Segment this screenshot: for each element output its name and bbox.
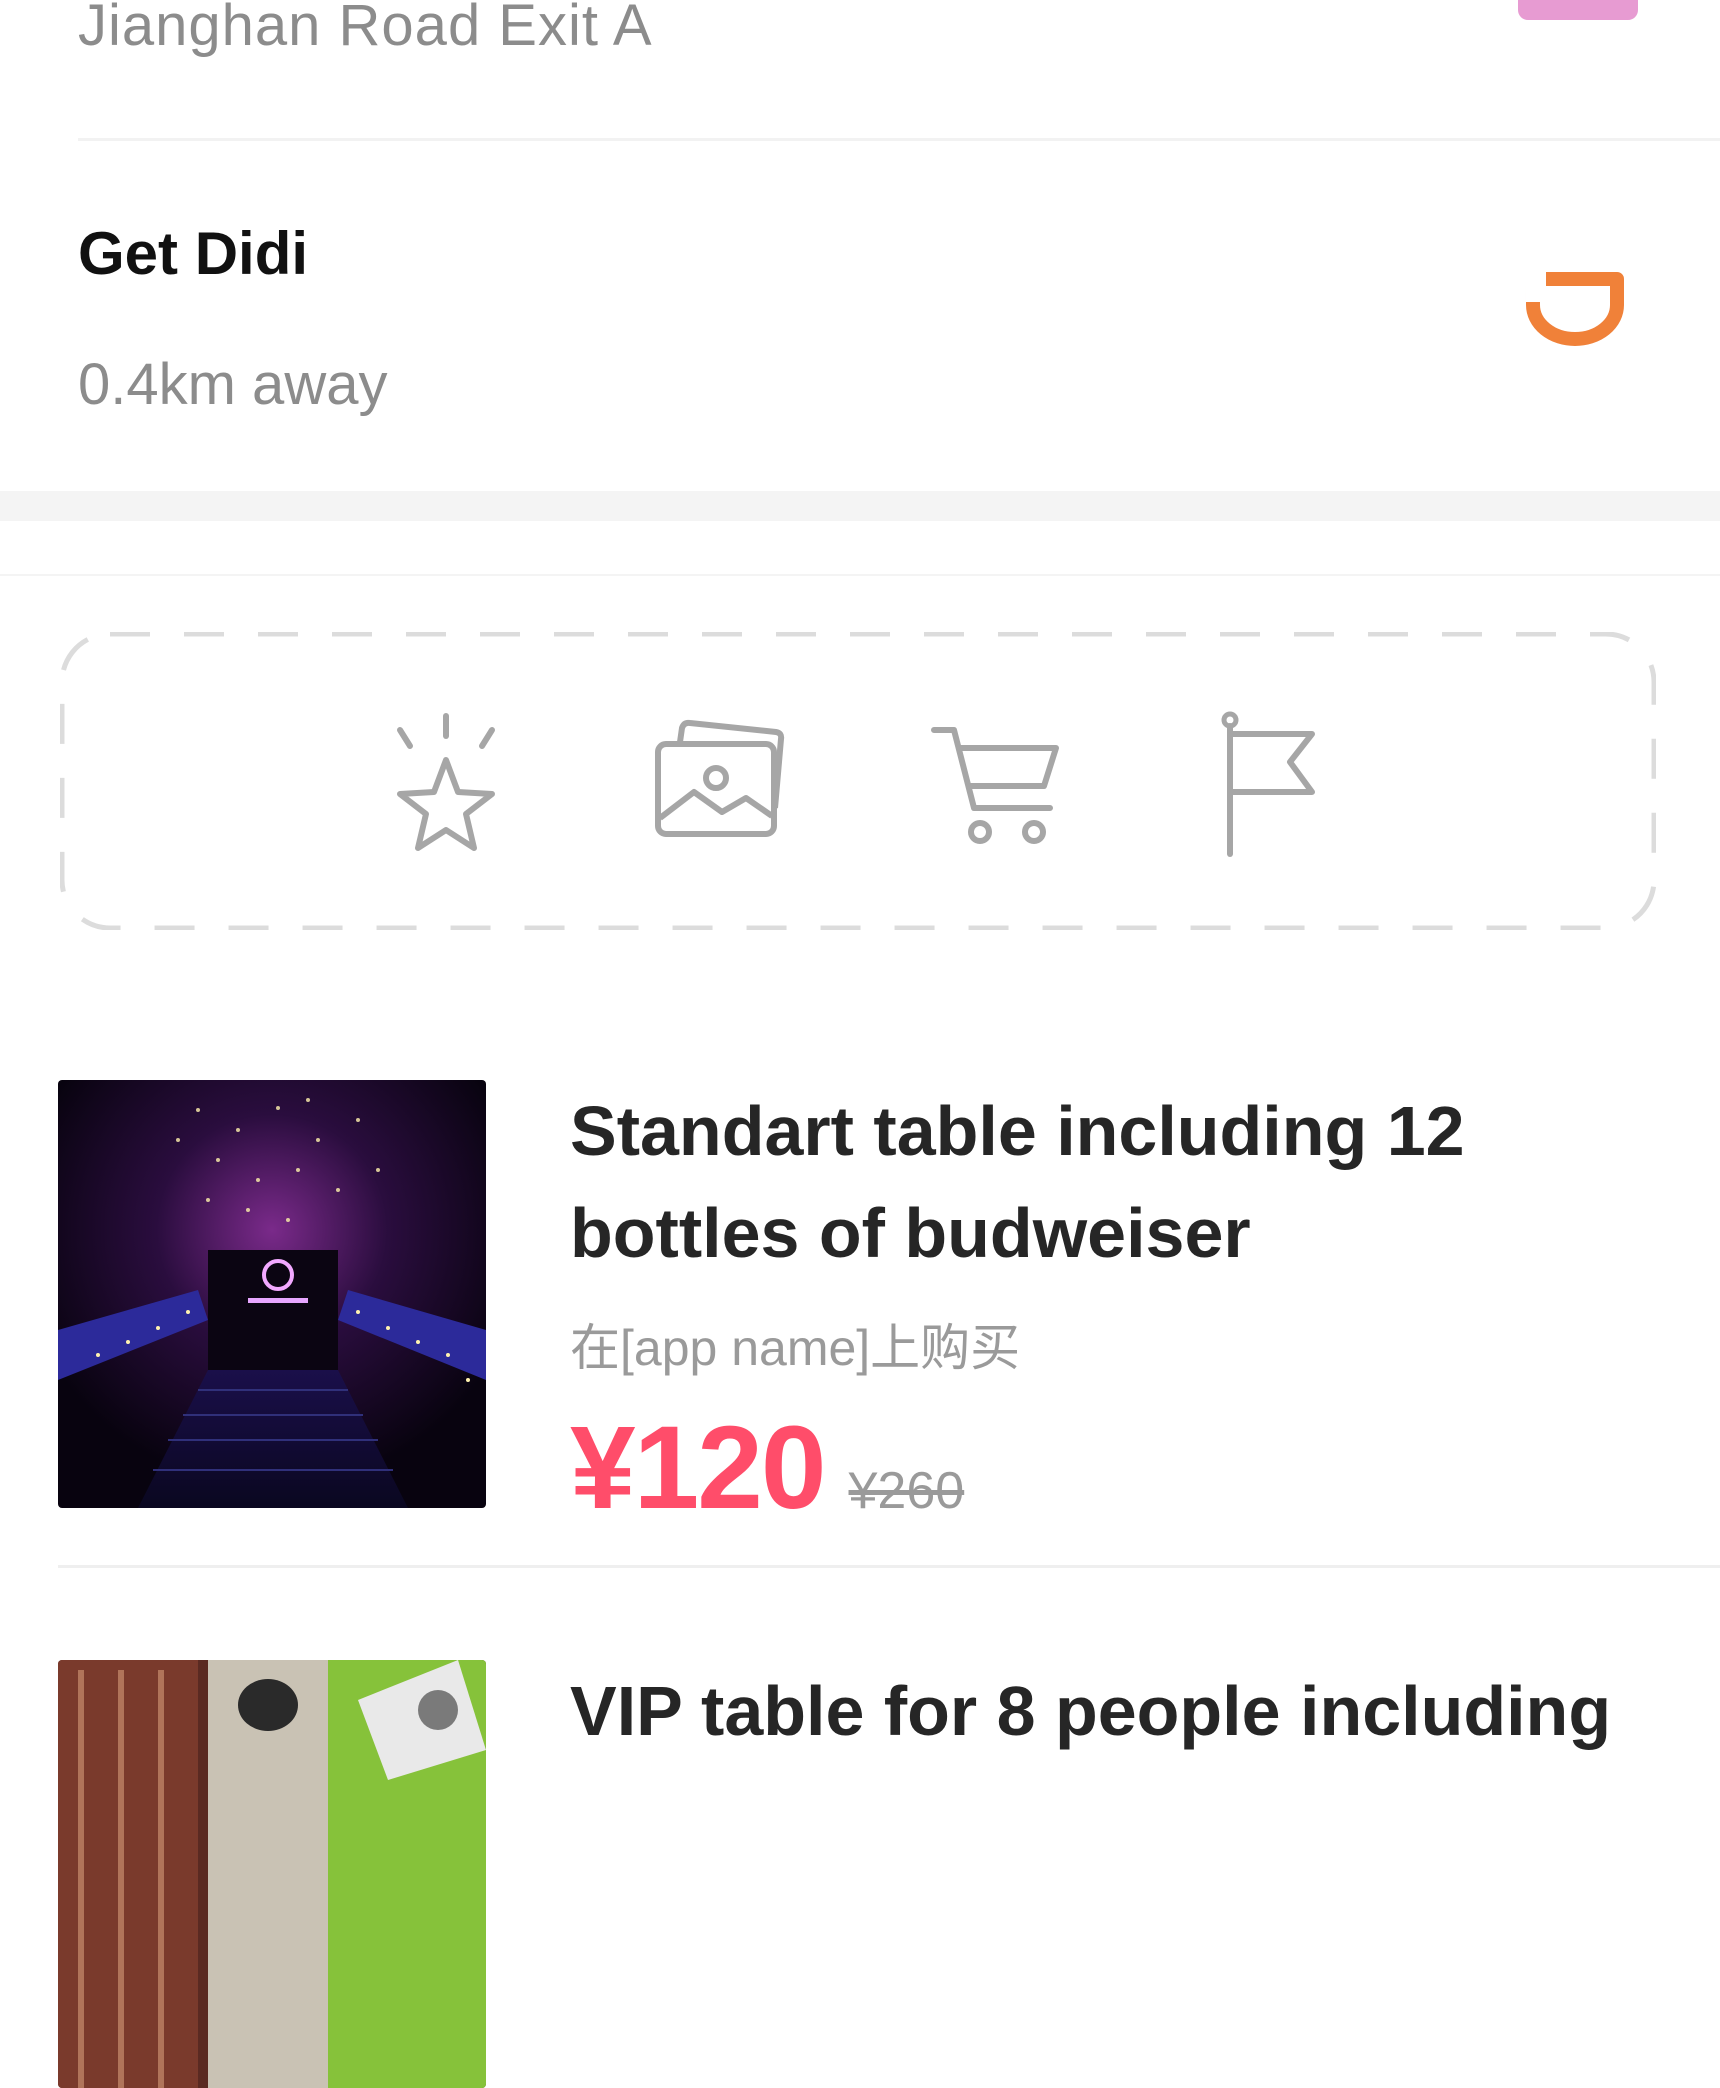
product-image <box>58 1660 486 2088</box>
section-line <box>0 574 1720 576</box>
price-line: ¥120 ¥260 <box>570 1400 964 1536</box>
product-divider <box>58 1565 1720 1568</box>
didi-logo-icon[interactable] <box>1525 271 1625 351</box>
didi-title: Get Didi <box>78 220 309 287</box>
current-price: ¥120 <box>570 1402 827 1534</box>
metro-route-row[interactable]: Jianghan Road Exit A <box>0 0 1720 140</box>
quick-actions-box <box>60 632 1656 930</box>
product-source: 在[app name]上购买 <box>570 1320 1021 1376</box>
shopping-cart-icon[interactable] <box>926 708 1066 858</box>
product-title: Standart table including 12 bottles of b… <box>570 1092 1465 1272</box>
section-separator <box>0 491 1720 521</box>
product-image <box>58 1080 486 1508</box>
product-title: VIP table for 8 people including <box>570 1672 1612 1750</box>
flag-icon[interactable] <box>1200 708 1340 858</box>
dashed-border <box>60 632 1656 930</box>
metro-line-badge <box>1518 0 1638 20</box>
metro-exit-text: Jianghan Road Exit A <box>78 0 653 58</box>
photo-gallery-icon[interactable] <box>650 708 790 858</box>
get-didi-row[interactable]: Get Didi 0.4km away <box>0 141 1720 491</box>
favorite-star-icon[interactable] <box>376 708 516 858</box>
didi-distance: 0.4km away <box>78 352 388 417</box>
original-price: ¥260 <box>848 1462 965 1520</box>
